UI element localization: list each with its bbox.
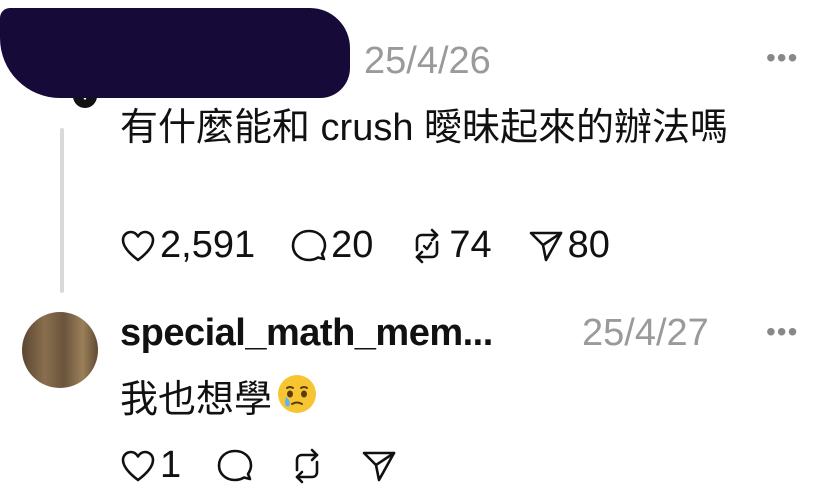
redaction-scribble <box>0 8 350 98</box>
like-button[interactable]: 1 <box>120 444 181 487</box>
avatar[interactable] <box>22 312 98 388</box>
post-text-body: 我也想學 <box>120 379 273 421</box>
heart-icon <box>121 230 155 261</box>
reply-button[interactable] <box>217 448 253 484</box>
post-text: 有什麼能和 crush 曖昧起來的辦法嗎 <box>120 107 729 149</box>
like-count: 2,591 <box>160 224 256 266</box>
reply-button[interactable]: 20 <box>291 224 373 267</box>
reply-count: 20 <box>331 224 374 266</box>
post-date: 25/4/27 <box>582 312 709 354</box>
post-date: 25/4/26 <box>364 40 491 82</box>
more-options-icon[interactable]: ••• <box>766 316 798 348</box>
heart-icon <box>121 450 155 481</box>
thread-post-1: + xuan9_1_9 25/4/26 ••• 有什麼能和 crush 曖昧起來… <box>0 0 828 300</box>
thread-connector-line <box>60 128 64 293</box>
share-button[interactable]: 80 <box>528 224 610 267</box>
send-icon <box>529 231 562 261</box>
repost-button[interactable]: 74 <box>409 224 492 267</box>
action-bar: 1 <box>120 444 433 487</box>
share-button[interactable] <box>361 449 397 483</box>
action-bar: 2,591 20 74 80 <box>120 224 646 267</box>
more-options-icon[interactable]: ••• <box>766 42 798 74</box>
like-count: 1 <box>160 444 182 486</box>
repost-button[interactable] <box>289 448 325 484</box>
repost-count: 74 <box>449 224 492 266</box>
share-count: 80 <box>567 224 610 266</box>
comment-icon <box>291 229 327 261</box>
username[interactable]: special_math_mem... <box>120 312 493 355</box>
like-button[interactable]: 2,591 <box>120 224 255 267</box>
repost-icon <box>416 228 439 263</box>
comment-icon <box>217 449 253 481</box>
repost-icon <box>295 448 319 483</box>
thread-post-2: special_math_mem... 25/4/27 ••• 我也想學 1 <box>0 300 828 495</box>
face-holding-back-tears-icon <box>276 373 318 431</box>
send-icon <box>362 451 396 481</box>
post-text: 我也想學 <box>120 372 318 431</box>
